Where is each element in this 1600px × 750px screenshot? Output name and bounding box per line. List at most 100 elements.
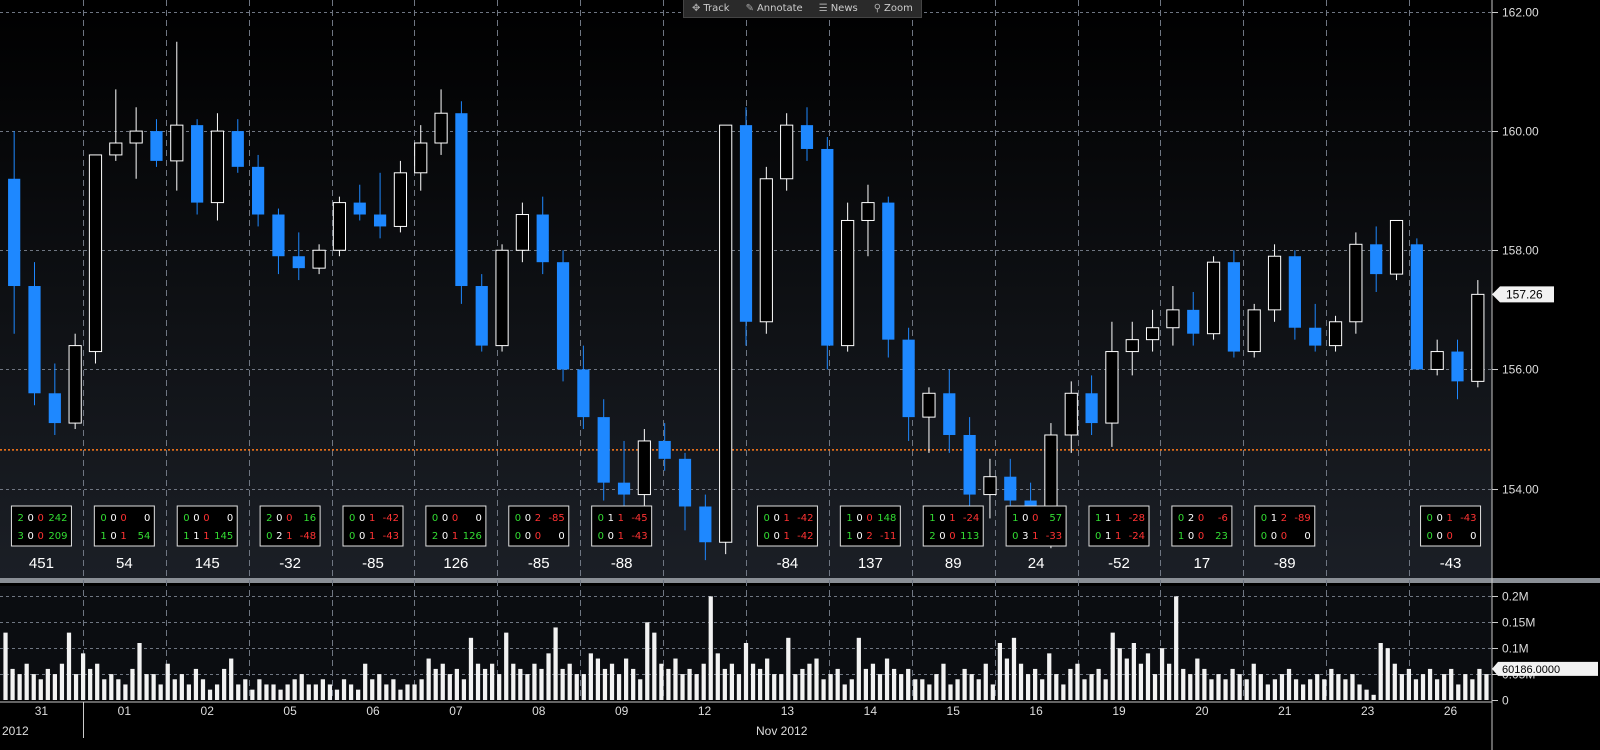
volume-bar — [299, 674, 304, 700]
volume-bar — [490, 663, 495, 700]
volume-tick-label: 0 — [1502, 694, 1509, 708]
signal-value: 0 — [27, 531, 33, 542]
signal-value: 1 — [183, 531, 189, 542]
signal-value: 1 — [120, 531, 126, 542]
x-day-label: 07 — [449, 704, 463, 718]
volume-bar — [229, 658, 234, 700]
candle-body — [210, 130, 225, 204]
signal-value: 3 — [17, 531, 23, 542]
signal-value: 0 — [515, 513, 521, 524]
volume-bar — [1477, 668, 1482, 700]
volume-bar — [1392, 663, 1397, 700]
zoom-button[interactable]: ⚲ Zoom — [866, 0, 921, 17]
volume-bar — [1434, 679, 1440, 700]
volume-bar — [602, 668, 608, 700]
candle-body — [1064, 392, 1078, 436]
volume-bar — [1456, 684, 1461, 700]
candle-body — [1247, 309, 1261, 353]
volume-bar — [1463, 674, 1468, 700]
news-button[interactable]: ☰ News — [811, 0, 866, 17]
net-signal-value: -85 — [362, 555, 384, 572]
signal-value: 1 — [846, 513, 852, 524]
signal-value: 0 — [1198, 513, 1204, 524]
candle-body — [678, 458, 692, 507]
signal-value: 1 — [1105, 531, 1111, 542]
volume-bar — [377, 674, 382, 700]
signal-value: -42 — [797, 513, 813, 524]
volume-bar — [1054, 674, 1059, 700]
candle-body — [841, 219, 855, 347]
volume-bar — [412, 684, 417, 700]
signal-value: 1 — [1271, 513, 1277, 524]
volume-bar — [398, 689, 403, 700]
signal-value: 0 — [1304, 531, 1310, 542]
x-day-label: 21 — [1278, 704, 1292, 718]
volume-bar — [1075, 663, 1080, 700]
candle-body — [414, 142, 428, 174]
annotate-button[interactable]: ✎ Annotate — [738, 0, 811, 17]
volume-bar — [1272, 679, 1278, 700]
candle-body — [780, 124, 794, 180]
signal-value: 1 — [369, 531, 375, 542]
signal-value: 209 — [48, 531, 67, 542]
candle-body — [1125, 339, 1139, 353]
volume-bar — [1124, 658, 1129, 700]
volume-bar — [341, 679, 347, 700]
candle-body — [1430, 351, 1444, 370]
volume-bar — [38, 679, 43, 700]
volume-bar — [504, 632, 509, 700]
volume-bar — [440, 663, 445, 700]
signal-value: 0 — [773, 531, 779, 542]
signal-value: -42 — [797, 531, 813, 542]
signal-value: 0 — [1178, 513, 1184, 524]
volume-bar — [356, 689, 361, 700]
news-label: News — [830, 3, 858, 14]
signal-value: 0 — [359, 513, 365, 524]
volume-bar — [891, 668, 897, 700]
signal-value: 0 — [535, 531, 541, 542]
signal-value: 0 — [110, 531, 116, 542]
volume-bar — [645, 622, 650, 700]
volume-bar — [1484, 674, 1489, 700]
signal-value: 0 — [866, 513, 872, 524]
x-month-label: Nov 2012 — [756, 724, 808, 738]
volume-bar — [1279, 674, 1285, 700]
volume-bar — [66, 632, 72, 700]
signal-value: 0 — [949, 531, 955, 542]
signal-value: 0 — [1198, 531, 1204, 542]
signal-value: 0 — [144, 513, 150, 524]
net-signal-value: 89 — [945, 555, 962, 572]
volume-bar — [236, 684, 241, 700]
volume-bar — [1145, 653, 1151, 700]
volume-tick-label: 0.15M — [1502, 616, 1535, 630]
signal-value: 0 — [183, 513, 189, 524]
last-volume-label: 60186.0000 — [1502, 664, 1560, 676]
candle-body — [658, 440, 671, 459]
signal-value: 0 — [349, 513, 355, 524]
volume-bar — [983, 663, 988, 700]
volume-bar — [405, 684, 410, 700]
candle-body — [1004, 476, 1017, 501]
signal-value: 242 — [48, 513, 67, 524]
volume-bar — [1449, 668, 1454, 700]
signal-value: 0 — [110, 513, 116, 524]
volume-bar — [1286, 668, 1292, 700]
track-button[interactable]: ✥ Track — [684, 0, 738, 17]
candle-body — [597, 417, 610, 483]
candle-body — [28, 286, 41, 394]
chart-canvas[interactable]: 154.00156.00158.00160.00162.0000.05M0.1M… — [0, 0, 1600, 750]
volume-bar — [1385, 648, 1390, 700]
x-day-label: 23 — [1361, 704, 1375, 718]
volume-bar — [1025, 674, 1031, 700]
candle-body — [455, 113, 468, 287]
candle-body — [1206, 261, 1221, 335]
volume-bar — [250, 689, 255, 700]
signal-value: 0 — [856, 531, 862, 542]
volume-bar — [560, 668, 565, 700]
signal-value: 1 — [1105, 513, 1111, 524]
volume-bar — [518, 668, 523, 700]
candle-body — [292, 256, 305, 269]
volume-bar — [955, 679, 960, 700]
signal-value: 0 — [432, 513, 438, 524]
signal-value: 126 — [463, 531, 482, 542]
